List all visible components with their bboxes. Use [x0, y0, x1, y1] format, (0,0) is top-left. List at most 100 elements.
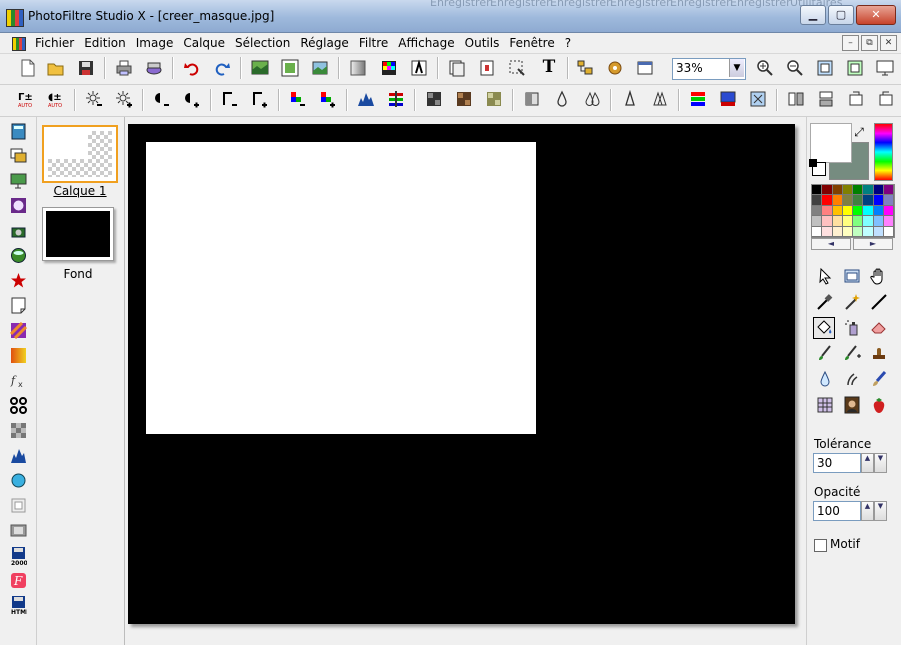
palette-prev-button[interactable]: ◄	[811, 238, 851, 250]
sharpen-more-icon[interactable]	[651, 90, 669, 108]
deform-grid-icon[interactable]	[815, 395, 835, 415]
palette-swatch[interactable]	[842, 195, 853, 206]
open-folder-icon[interactable]	[47, 59, 65, 77]
blur-drop-icon[interactable]	[815, 369, 835, 389]
palette-swatch[interactable]	[822, 205, 833, 217]
gamma-minus-icon[interactable]	[221, 90, 239, 108]
minimize-button[interactable]: ▁	[800, 5, 826, 25]
scanner-icon[interactable]	[145, 59, 163, 77]
palette-swatch[interactable]	[832, 226, 843, 237]
magic-wand-icon[interactable]	[842, 292, 862, 312]
print-icon[interactable]	[115, 59, 133, 77]
reset-colors-icon[interactable]	[809, 159, 826, 176]
rotate-left-icon[interactable]	[847, 90, 865, 108]
save-html-icon[interactable]: HTML	[10, 595, 27, 615]
brightness-plus-icon[interactable]	[115, 90, 133, 108]
pattern-icon[interactable]	[10, 322, 27, 339]
font-f-icon[interactable]: F	[10, 572, 27, 589]
palette-swatch[interactable]	[812, 226, 823, 237]
menu-filtre[interactable]: Filtre	[354, 35, 393, 51]
pointer-icon[interactable]	[815, 266, 835, 286]
selection-tool-icon[interactable]	[842, 266, 862, 286]
color-balance-icon[interactable]	[387, 90, 405, 108]
menu-reglage[interactable]: Réglage	[295, 35, 354, 51]
new-file-icon[interactable]	[19, 59, 37, 77]
selection-paste-icon[interactable]	[478, 59, 496, 77]
text-tool-icon[interactable]: T	[540, 58, 558, 76]
eyedropper-icon[interactable]	[815, 292, 835, 312]
hue-adjust-icon[interactable]	[719, 90, 737, 108]
save-icon[interactable]	[77, 59, 95, 77]
menu-calque[interactable]: Calque	[178, 35, 230, 51]
palette-swatch[interactable]	[863, 216, 874, 227]
palette-swatch[interactable]	[842, 185, 853, 196]
auto-levels-icon[interactable]: Γ±AUTO	[17, 90, 35, 108]
plugins-icon[interactable]	[606, 59, 624, 77]
flip-horizontal-icon[interactable]	[787, 90, 805, 108]
palette-swatch[interactable]	[832, 216, 843, 227]
tolerance-value[interactable]: 30	[817, 456, 832, 470]
palette-swatch[interactable]	[883, 226, 894, 237]
menu-selection[interactable]: Sélection	[230, 35, 295, 51]
menu-help[interactable]: ?	[560, 35, 576, 51]
actual-size-icon[interactable]	[846, 59, 864, 77]
command-key-icon[interactable]	[10, 397, 27, 414]
paint-bucket-icon[interactable]	[813, 317, 835, 339]
save-2000-icon[interactable]: 2000	[10, 546, 27, 566]
fit-window-icon[interactable]	[816, 59, 834, 77]
palette-swatch[interactable]	[883, 205, 894, 217]
palette-swatch[interactable]	[883, 195, 894, 206]
palette-swatch[interactable]	[812, 185, 823, 196]
strawberry-icon[interactable]	[869, 395, 889, 415]
motif-label[interactable]: Motif	[830, 537, 860, 551]
palette-swatch[interactable]	[853, 216, 864, 227]
frame-icon[interactable]	[10, 497, 27, 514]
close-button[interactable]: ✕	[856, 5, 896, 25]
sphere-icon[interactable]	[10, 197, 27, 214]
palette-swatch[interactable]	[832, 185, 843, 196]
selection-copy-icon[interactable]	[448, 59, 466, 77]
palette-swatch[interactable]	[842, 216, 853, 227]
palette-swatch[interactable]	[883, 185, 894, 196]
palette-swatch[interactable]	[883, 216, 894, 227]
palette-next-button[interactable]: ►	[853, 238, 893, 250]
palette-swatch[interactable]	[842, 205, 853, 217]
palette-swatch[interactable]	[863, 195, 874, 206]
palette-swatch[interactable]	[832, 195, 843, 206]
saturation-minus-icon[interactable]	[289, 90, 307, 108]
crop-selection-icon[interactable]	[508, 59, 526, 77]
palette-swatch[interactable]	[822, 185, 833, 196]
globe-icon[interactable]	[10, 247, 27, 264]
sharpen-icon[interactable]	[621, 90, 639, 108]
palette-swatch[interactable]	[812, 205, 823, 217]
image-rotate-icon[interactable]	[311, 59, 329, 77]
swap-colors-icon[interactable]: ⤢	[852, 125, 866, 139]
palette-swatch[interactable]	[822, 195, 833, 206]
eraser-icon[interactable]	[869, 317, 889, 337]
slideshow-icon[interactable]	[10, 172, 27, 189]
palette-swatch[interactable]	[822, 226, 833, 237]
saturation-plus-icon[interactable]	[319, 90, 337, 108]
layer-label-calque1[interactable]: Calque 1	[42, 184, 118, 198]
grid-filter-icon[interactable]	[485, 90, 503, 108]
rgb-adjust-icon[interactable]	[689, 90, 707, 108]
function-fx-icon[interactable]: fx	[10, 372, 27, 389]
flip-vertical-icon[interactable]	[817, 90, 835, 108]
contrast-plus-icon[interactable]	[183, 90, 201, 108]
hue-spectrum-bar[interactable]	[874, 123, 893, 181]
palette-swatch[interactable]	[863, 205, 874, 217]
color-palette-icon[interactable]	[380, 59, 398, 77]
menu-fenetre[interactable]: Fenêtre	[504, 35, 559, 51]
palette-swatch[interactable]	[873, 205, 884, 217]
opacity-value[interactable]: 100	[817, 504, 840, 518]
stamp-icon[interactable]	[869, 343, 889, 363]
levels-icon[interactable]	[10, 447, 27, 464]
emboss-icon[interactable]	[523, 90, 541, 108]
redo-icon[interactable]	[213, 59, 231, 77]
smudge-icon[interactable]	[842, 369, 862, 389]
portrait-icon[interactable]	[842, 395, 862, 415]
palette-swatch[interactable]	[832, 205, 843, 217]
auto-contrast-icon[interactable]: ◖±AUTO	[47, 90, 65, 108]
camera-icon[interactable]	[10, 223, 27, 240]
undo-icon[interactable]	[183, 59, 201, 77]
